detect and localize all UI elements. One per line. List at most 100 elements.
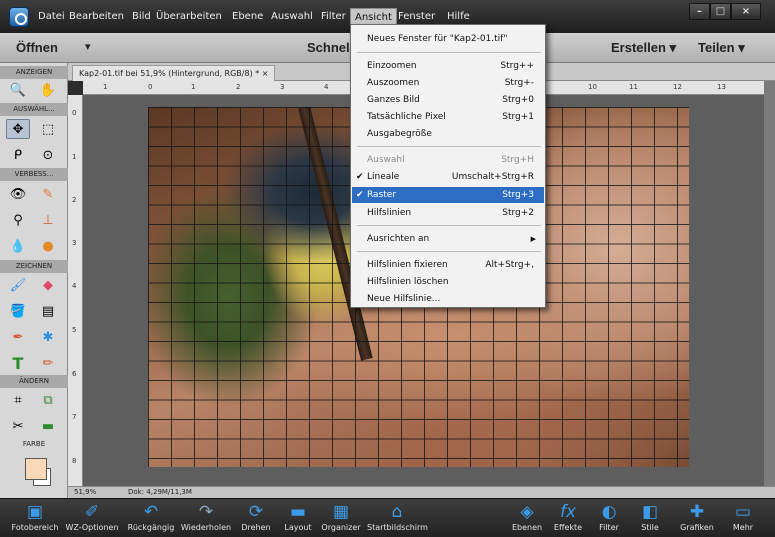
submenu-arrow-icon: ▶ bbox=[530, 235, 536, 243]
smart-brush-tool-icon[interactable]: ⚲ bbox=[6, 210, 30, 230]
menu-item-grid[interactable]: ✔ Raster Strg+3 bbox=[352, 187, 544, 203]
menu-item-label: Auswahl bbox=[367, 155, 405, 165]
menu-item-lock-guides[interactable]: Hilfslinien fixieren Alt+Strg+, bbox=[352, 257, 544, 273]
ruler-label: 8 bbox=[72, 457, 77, 465]
custom-shape-tool-icon[interactable]: ✱ bbox=[36, 327, 60, 347]
menu-item-actual-pixels[interactable]: Tatsächliche Pixel Strg+1 bbox=[352, 109, 544, 125]
type-tool-icon[interactable]: T bbox=[6, 353, 30, 373]
menu-item-print-size[interactable]: Ausgabegröße bbox=[352, 126, 544, 142]
menu-item-zoom-in[interactable]: Einzoomen Strg++ bbox=[352, 58, 544, 74]
menu-bild[interactable]: Bild bbox=[132, 10, 151, 23]
menu-filter[interactable]: Filter bbox=[321, 10, 346, 23]
ruler-label: 3 bbox=[280, 83, 285, 91]
ruler-label: 2 bbox=[236, 83, 241, 91]
open-button[interactable]: Öffnen bbox=[16, 40, 58, 55]
recompose-tool-icon[interactable]: ⧉ bbox=[36, 390, 60, 410]
status-bar: 51,9% Dok: 4,29M/11,3M bbox=[68, 486, 775, 498]
ruler-label: 4 bbox=[324, 83, 329, 91]
ruler-label: 4 bbox=[72, 282, 77, 290]
menu-hilfe[interactable]: Hilfe bbox=[447, 10, 470, 23]
blur-tool-icon[interactable]: 💧 bbox=[6, 236, 30, 256]
button-label: Organizer bbox=[321, 523, 361, 532]
menu-item-selection: Auswahl Strg+H bbox=[352, 152, 544, 168]
button-label: Startbildschirm bbox=[367, 523, 428, 532]
create-button[interactable]: Erstellen ▾ bbox=[611, 40, 676, 56]
zoom-tool-icon[interactable]: 🔍 bbox=[6, 80, 30, 100]
clone-stamp-tool-icon[interactable]: ⊥ bbox=[36, 210, 60, 230]
eyedropper-tool-icon[interactable]: ✒ bbox=[6, 327, 30, 347]
more-button[interactable]: ▭ Mehr bbox=[713, 501, 773, 532]
paint-bucket-tool-icon[interactable]: 🪣 bbox=[6, 301, 30, 321]
menu-item-label: Ganzes Bild bbox=[367, 95, 420, 105]
red-eye-tool-icon[interactable]: 👁 bbox=[6, 184, 30, 204]
menu-ueberarbeiten[interactable]: Überarbeiten bbox=[156, 10, 222, 23]
menu-item-new-guide[interactable]: Neue Hilfslinie... bbox=[352, 291, 544, 307]
ruler-label: 2 bbox=[72, 196, 77, 204]
photo-bin-icon: ▣ bbox=[26, 502, 44, 522]
section-draw: ZEICHNEN bbox=[0, 260, 68, 273]
open-dropdown-icon[interactable]: ▾ bbox=[85, 40, 91, 53]
menu-ansicht[interactable]: Ansicht bbox=[350, 8, 397, 25]
menu-datei[interactable]: Datei bbox=[38, 10, 65, 23]
menu-item-new-window[interactable]: Neues Fenster für "Kap2-01.tif" bbox=[352, 31, 544, 47]
section-view: ANZEIGEN bbox=[0, 66, 68, 79]
sponge-tool-icon[interactable]: ● bbox=[36, 236, 60, 256]
menu-item-rulers[interactable]: ✔ Lineale Umschalt+Strg+R bbox=[352, 169, 544, 185]
zoom-field[interactable]: 51,9% bbox=[74, 487, 96, 498]
menu-item-shortcut: Strg+0 bbox=[502, 95, 534, 105]
menu-item-guides[interactable]: Hilfslinien Strg+2 bbox=[352, 205, 544, 221]
foreground-color-swatch[interactable] bbox=[25, 458, 47, 480]
ruler-label: 13 bbox=[717, 83, 726, 91]
vertical-ruler[interactable]: 0 1 2 3 4 5 6 7 8 bbox=[68, 95, 83, 486]
menu-separator bbox=[357, 225, 541, 226]
button-label: Rückgängig bbox=[127, 523, 175, 532]
tool-options-button[interactable]: ✐ WZ-Optionen bbox=[62, 501, 122, 532]
menu-fenster[interactable]: Fenster bbox=[398, 10, 435, 23]
ruler-label: 1 bbox=[103, 83, 108, 91]
straighten-tool-icon[interactable]: ▬ bbox=[36, 416, 60, 436]
menu-item-clear-guides[interactable]: Hilfslinien löschen bbox=[352, 274, 544, 290]
home-button[interactable]: ⌂ Startbildschirm bbox=[367, 501, 428, 532]
close-button[interactable]: × bbox=[731, 3, 761, 20]
mode-quick-tab[interactable]: Schnell bbox=[307, 40, 353, 55]
content-aware-move-tool-icon[interactable]: ✂ bbox=[6, 416, 30, 436]
quick-selection-tool-icon[interactable]: ⊙ bbox=[36, 145, 60, 165]
marquee-tool-icon[interactable]: ⬚ bbox=[36, 119, 60, 139]
menu-item-label: Einzoomen bbox=[367, 61, 417, 71]
document-tab[interactable]: Kap2-01.tif bei 51,9% (Hintergrund, RGB/… bbox=[72, 65, 276, 81]
checkmark-icon: ✔ bbox=[356, 172, 364, 182]
eraser-tool-icon[interactable]: ◆ bbox=[36, 275, 60, 295]
organizer-button[interactable]: ▦ Organizer bbox=[311, 501, 371, 532]
vertical-scrollbar[interactable] bbox=[764, 81, 775, 486]
share-button[interactable]: Teilen ▾ bbox=[698, 40, 745, 56]
menu-ebene[interactable]: Ebene bbox=[232, 10, 263, 23]
document-size[interactable]: Dok: 4,29M/11,3M bbox=[128, 487, 192, 498]
spot-healing-tool-icon[interactable]: ✎ bbox=[36, 184, 60, 204]
brush-tool-icon[interactable]: 🖌 bbox=[6, 275, 30, 295]
menu-bearbeiten[interactable]: Bearbeiten bbox=[69, 10, 124, 23]
menu-item-shortcut: Umschalt+Strg+R bbox=[451, 172, 534, 182]
menu-item-zoom-out[interactable]: Auszoomen Strg+- bbox=[352, 75, 544, 91]
undo-icon: ↶ bbox=[143, 502, 159, 522]
section-select: AUSWÄHL... bbox=[0, 103, 68, 116]
hand-tool-icon[interactable]: ✋ bbox=[36, 80, 60, 100]
gradient-tool-icon[interactable]: ▤ bbox=[36, 301, 60, 321]
maximize-button[interactable]: □ bbox=[710, 3, 731, 20]
app-logo-icon[interactable] bbox=[9, 7, 29, 27]
pencil-tool-icon[interactable]: ✏ bbox=[36, 353, 60, 373]
menu-auswahl[interactable]: Auswahl bbox=[271, 10, 313, 23]
photo-bin-button[interactable]: ▣ Fotobereich bbox=[5, 501, 65, 532]
undo-button[interactable]: ↶ Rückgängig bbox=[121, 501, 181, 532]
menu-item-label: Raster bbox=[367, 190, 397, 200]
ruler-label: 7 bbox=[72, 413, 77, 421]
section-enhance: VERBESS... bbox=[0, 168, 68, 181]
menu-item-fit-on-screen[interactable]: Ganzes Bild Strg+0 bbox=[352, 92, 544, 108]
menu-item-snap-to[interactable]: Ausrichten an ▶ bbox=[352, 231, 544, 247]
ruler-label: 6 bbox=[72, 370, 77, 378]
crop-tool-icon[interactable]: ⌗ bbox=[6, 390, 30, 410]
minimize-button[interactable]: – bbox=[689, 3, 710, 20]
menu-item-label: Hilfslinien löschen bbox=[367, 277, 449, 287]
lasso-tool-icon[interactable]: ᑭ bbox=[6, 145, 30, 165]
menu-item-label: Auszoomen bbox=[367, 78, 420, 88]
move-tool-icon[interactable]: ✥ bbox=[6, 119, 30, 139]
